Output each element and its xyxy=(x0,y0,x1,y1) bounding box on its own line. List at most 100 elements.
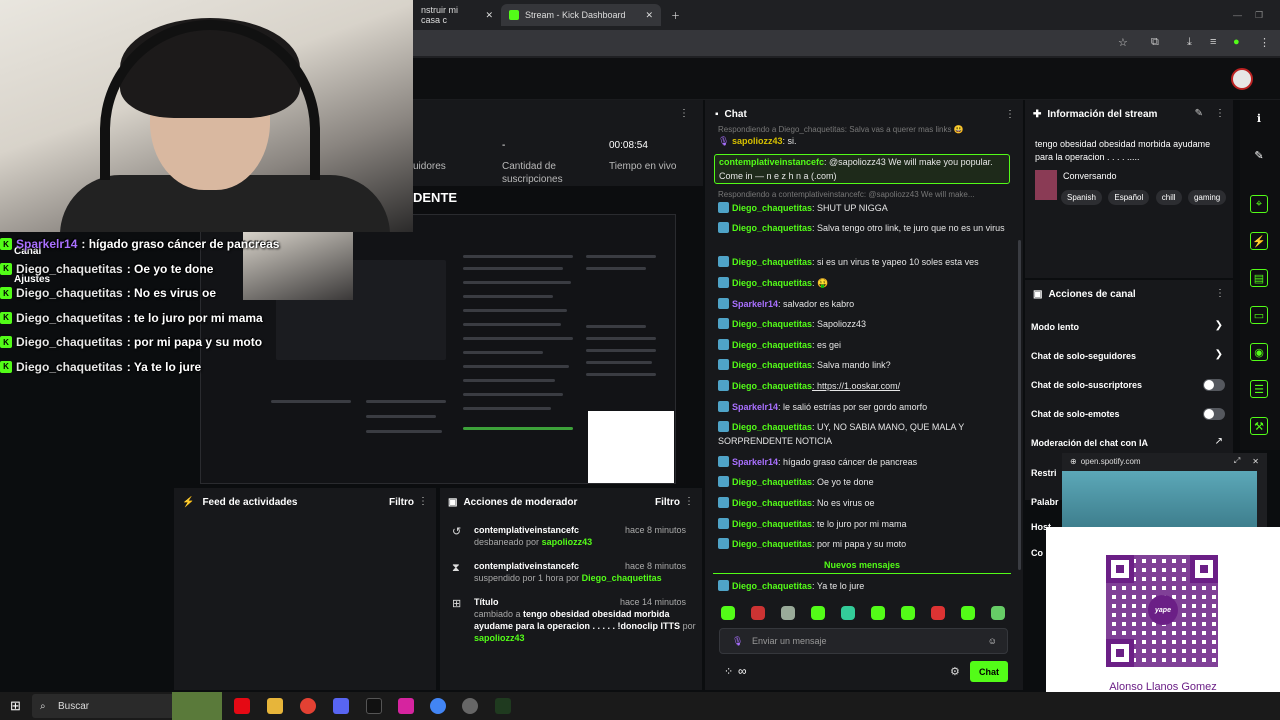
mic-icon[interactable]: 🎙 xyxy=(732,636,743,647)
instagram-icon[interactable] xyxy=(398,698,414,714)
close-icon[interactable]: ✕ xyxy=(1252,457,1259,466)
chat-scrollbar[interactable] xyxy=(1018,240,1021,570)
emote-icon[interactable] xyxy=(871,606,885,620)
widget-thumbnail[interactable] xyxy=(172,692,222,720)
broadcast-icon[interactable]: ◉ xyxy=(1250,343,1268,361)
chat-text: : Salva mando link? xyxy=(812,360,891,370)
target-icon[interactable]: ⌖ xyxy=(1250,195,1268,213)
chat-username[interactable]: Diego_chaquetitas xyxy=(732,498,812,508)
obs-icon[interactable] xyxy=(462,698,478,714)
chat-icon[interactable]: ▭ xyxy=(1250,306,1268,324)
chat-message: Diego_chaquetitas: https://1.ooskar.com/ xyxy=(718,379,1008,393)
bolt-icon[interactable]: ⚡ xyxy=(1250,232,1268,250)
chrome-active-icon[interactable] xyxy=(430,698,446,714)
chat-username[interactable]: Diego_chaquetitas xyxy=(732,223,812,233)
star-icon[interactable]: ☆ xyxy=(1118,36,1128,49)
chat-username[interactable]: Diego_chaquetitas xyxy=(732,519,812,529)
filter-button[interactable]: Filtro xyxy=(655,497,680,508)
emote-icon[interactable] xyxy=(781,606,795,620)
kebab-icon[interactable]: ⋮ xyxy=(418,496,428,507)
kick-badge-icon xyxy=(718,518,729,529)
tag-pill[interactable]: Español xyxy=(1108,190,1150,205)
kebab-icon[interactable]: ⋮ xyxy=(679,108,689,119)
emotes-only-toggle[interactable] xyxy=(1203,408,1225,420)
chat-username[interactable]: Diego_chaquetitas xyxy=(732,539,812,549)
emote-icon[interactable] xyxy=(991,606,1005,620)
tab-kick-dashboard[interactable]: Stream - Kick Dashboard ✕ xyxy=(501,4,661,26)
emote-icon[interactable] xyxy=(961,606,975,620)
chat-text: : si es un virus te yapeo 10 soles esta … xyxy=(812,257,979,267)
tag-pill[interactable]: chill xyxy=(1155,190,1182,205)
new-messages-divider[interactable]: Nuevos mensajes xyxy=(713,560,1011,574)
discord-icon[interactable] xyxy=(333,698,349,714)
media-icon[interactable]: ≡ xyxy=(1210,36,1216,48)
bolt-icon: ⚡ xyxy=(182,496,195,508)
chat-username[interactable]: Diego_chaquetitas xyxy=(732,319,812,329)
points-icon[interactable]: ⁘ xyxy=(724,665,733,678)
edit-icon[interactable]: ✎ xyxy=(1195,108,1203,119)
avatar[interactable] xyxy=(1231,68,1253,90)
kick-app-icon[interactable] xyxy=(495,698,511,714)
close-tab-icon[interactable]: ✕ xyxy=(645,10,653,21)
new-tab-button[interactable]: ＋ xyxy=(663,4,688,26)
chat-username[interactable]: Sparkelr14 xyxy=(732,457,778,467)
chat-username[interactable]: Diego_chaquetitas xyxy=(732,340,812,350)
kick-badge-icon xyxy=(718,298,729,309)
chat-input[interactable]: 🎙 Enviar un mensaje ☺ xyxy=(719,628,1008,654)
chat-message: Sparkelr14: salvador es kabro xyxy=(718,297,1008,311)
send-chat-button[interactable]: Chat xyxy=(970,661,1008,682)
chevron-right-icon: ❯ xyxy=(1214,349,1223,360)
tag-pill[interactable]: Spanish xyxy=(1061,190,1102,205)
tab-construir[interactable]: nstruir mi casa c ✕ xyxy=(413,4,501,26)
list-icon[interactable]: ☰ xyxy=(1250,380,1268,398)
chat-text: : salvador es kabro xyxy=(778,299,855,309)
stat-label-subs: Cantidad de suscripciones xyxy=(502,161,563,185)
chat-username[interactable]: Sparkelr14 xyxy=(732,402,778,412)
tiktok-icon[interactable] xyxy=(366,698,382,714)
profile-icon[interactable]: ● xyxy=(1233,36,1240,48)
tag-pill[interactable]: gaming xyxy=(1187,190,1227,205)
emote-icon[interactable] xyxy=(841,606,855,620)
wrench-icon[interactable]: ⚒ xyxy=(1250,417,1268,435)
emote-icon[interactable] xyxy=(901,606,915,620)
stat-label-live-time: Tiempo en vivo xyxy=(609,161,677,172)
kebab-icon[interactable]: ⋮ xyxy=(1215,108,1225,119)
pencil-icon[interactable]: ✎ xyxy=(1250,146,1268,164)
windows-start-icon[interactable]: ⊞ xyxy=(10,698,21,714)
download-icon[interactable]: ⤓ xyxy=(1187,36,1192,49)
chat-username[interactable]: Diego_chaquetitas xyxy=(732,203,812,213)
folder-icon[interactable] xyxy=(267,698,283,714)
chrome-icon[interactable] xyxy=(300,698,316,714)
filter-button[interactable]: Filtro xyxy=(389,497,414,508)
netflix-icon[interactable] xyxy=(234,698,250,714)
chat-username[interactable]: Diego_chaquetitas xyxy=(732,257,812,267)
emote-icon[interactable] xyxy=(751,606,765,620)
chat-username[interactable]: Diego_chaquetitas xyxy=(732,477,812,487)
close-tab-icon[interactable]: ✕ xyxy=(485,10,493,21)
emoji-icon[interactable]: ☺ xyxy=(988,636,997,646)
menu-icon[interactable]: ⋮ xyxy=(1259,36,1270,49)
category-name[interactable]: Conversando xyxy=(1063,171,1117,181)
yape-qr-card: yape Alonso Llanos Gomez xyxy=(1046,527,1280,717)
kebab-icon[interactable]: ⋮ xyxy=(1005,109,1015,120)
chat-username[interactable]: Diego_chaquetitas xyxy=(732,360,812,370)
kebab-icon[interactable]: ⋮ xyxy=(1215,288,1225,299)
gear-icon[interactable]: ⚙ xyxy=(950,665,960,678)
webcam-feed xyxy=(0,0,413,232)
emote-icon[interactable] xyxy=(721,606,735,620)
extensions-icon[interactable]: ⧉ xyxy=(1151,36,1159,49)
document-icon[interactable]: ▤ xyxy=(1250,269,1268,287)
chat-username[interactable]: Diego_chaquetitas xyxy=(732,278,812,288)
chat-username[interactable]: Sparkelr14 xyxy=(732,299,778,309)
chat-message: Sparkelr14: hígado graso cáncer de pancr… xyxy=(718,455,1008,469)
info-icon[interactable]: ℹ xyxy=(1250,109,1268,127)
subscribers-only-toggle[interactable] xyxy=(1203,379,1225,391)
chat-username[interactable]: Diego_chaquetitas xyxy=(732,381,812,391)
maximize-icon[interactable]: ❐ xyxy=(1247,4,1271,26)
expand-icon[interactable]: ⤢ xyxy=(1234,456,1240,466)
emote-icon[interactable] xyxy=(811,606,825,620)
category-thumbnail xyxy=(1035,170,1057,200)
kebab-icon[interactable]: ⋮ xyxy=(684,496,694,507)
chat-username[interactable]: Diego_chaquetitas xyxy=(732,422,812,432)
emote-icon[interactable] xyxy=(931,606,945,620)
